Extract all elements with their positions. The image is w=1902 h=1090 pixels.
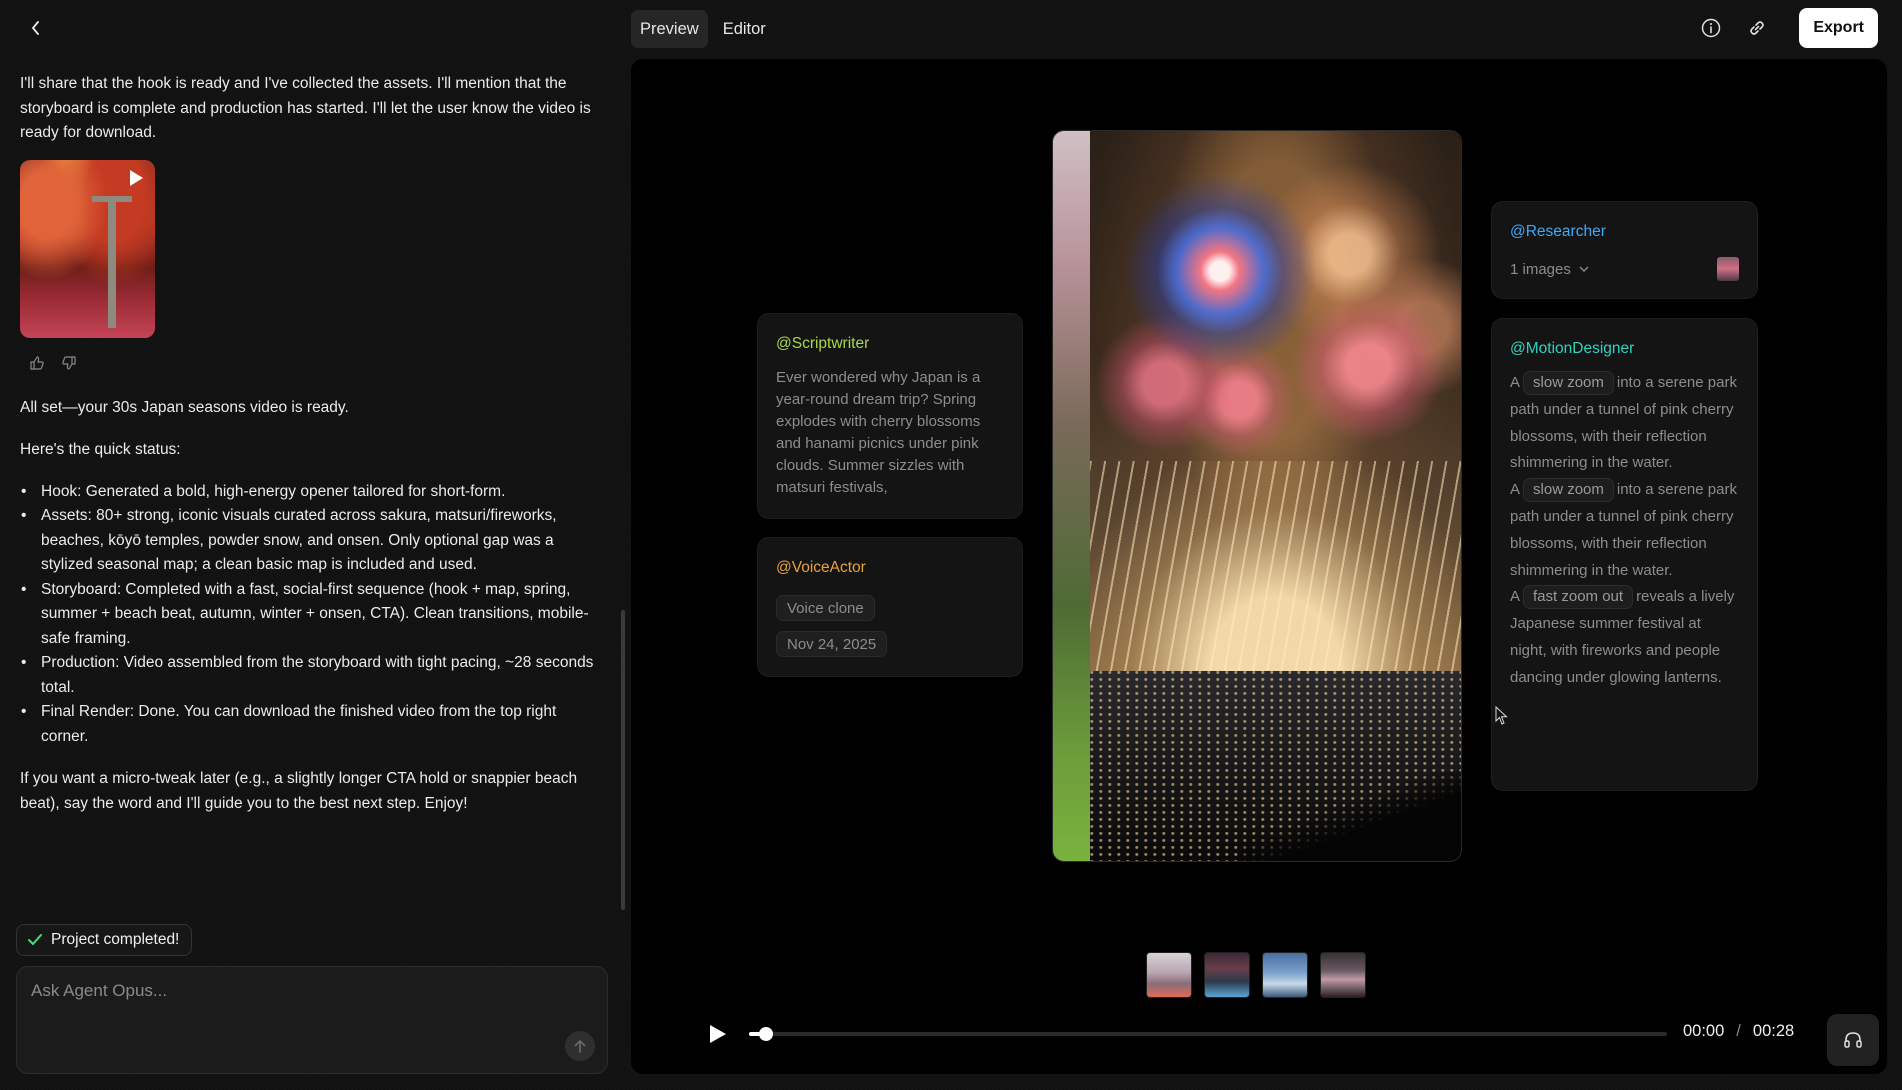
scene-thumbnail[interactable] bbox=[1262, 952, 1308, 998]
list-item: Storyboard: Completed with a fast, socia… bbox=[20, 578, 605, 652]
date-chip: Nov 24, 2025 bbox=[776, 631, 888, 657]
agent-message-intro: I'll share that the hook is ready and I'… bbox=[20, 75, 591, 141]
motion-tag: slow zoom bbox=[1523, 371, 1614, 395]
link-icon bbox=[1750, 21, 1765, 35]
current-time: 00:00 bbox=[1683, 1022, 1725, 1040]
motion-tag: fast zoom out bbox=[1523, 585, 1634, 610]
view-tabs: Preview Editor bbox=[631, 10, 775, 48]
images-dropdown[interactable]: 1 images bbox=[1510, 261, 1589, 278]
status-badge: Project completed! bbox=[16, 924, 193, 956]
agent-name: @Scriptwriter bbox=[776, 335, 870, 352]
top-actions: Export bbox=[1699, 8, 1878, 48]
thumbs-down-icon bbox=[62, 355, 76, 370]
motion-line: Aslow zoom into a serene park path under … bbox=[1510, 477, 1739, 584]
list-item: Assets: 80+ strong, iconic visuals curat… bbox=[20, 504, 605, 578]
info-button[interactable] bbox=[1699, 16, 1723, 40]
scene-thumbnail[interactable] bbox=[1320, 952, 1366, 998]
agent-name: @VoiceActor bbox=[776, 559, 866, 576]
motion-notes: Aslow zoom into a serene park path under … bbox=[1510, 370, 1739, 692]
play-icon bbox=[130, 169, 143, 186]
chat-scrollbar[interactable] bbox=[621, 610, 625, 910]
tab-preview[interactable]: Preview bbox=[631, 10, 708, 48]
play-button[interactable] bbox=[707, 1024, 727, 1044]
check-icon bbox=[28, 934, 42, 945]
agent-message-ready: All set—your 30s Japan seasons video is … bbox=[20, 398, 349, 416]
status-heading: Here's the quick status: bbox=[20, 441, 181, 458]
voice-clone-chip: Voice clone bbox=[776, 595, 875, 621]
thumbs-up-icon bbox=[30, 355, 44, 370]
motion-line: Afast zoom out reveals a lively Japanese … bbox=[1510, 584, 1739, 691]
list-item: Final Render: Done. You can download the… bbox=[20, 700, 605, 749]
voice-actor-card[interactable]: @VoiceActor Voice clone Nov 24, 2025 bbox=[757, 537, 1023, 677]
support-button[interactable] bbox=[1827, 1014, 1879, 1066]
progress-bar[interactable] bbox=[749, 1027, 1667, 1041]
feedback-row bbox=[30, 355, 605, 370]
transition-strip bbox=[1053, 131, 1090, 861]
progress-handle[interactable] bbox=[758, 1027, 773, 1041]
scene-thumbnails bbox=[1146, 952, 1366, 998]
motion-tag: slow zoom bbox=[1523, 478, 1614, 503]
back-button[interactable] bbox=[24, 14, 48, 42]
copy-link-button[interactable] bbox=[1745, 16, 1769, 40]
list-item: Hook: Generated a bold, high-energy open… bbox=[20, 480, 605, 505]
researcher-card[interactable]: @Researcher 1 images bbox=[1491, 201, 1758, 299]
chevron-down-icon bbox=[1579, 266, 1589, 272]
time-display: 00:00 / 00:28 bbox=[1683, 1022, 1794, 1041]
fireworks-burst bbox=[1090, 461, 1461, 671]
agent-name: @MotionDesigner bbox=[1510, 340, 1635, 357]
agent-name: @Researcher bbox=[1510, 223, 1606, 240]
preview-stage: @Scriptwriter Ever wondered why Japan is… bbox=[631, 59, 1887, 1074]
chat-messages: I'll share that the hook is ready and I'… bbox=[20, 72, 605, 816]
list-item: Production: Video assembled from the sto… bbox=[20, 651, 605, 700]
scene-thumbnail[interactable] bbox=[1146, 952, 1192, 998]
motion-line: Aslow zoom into a serene park path under … bbox=[1510, 370, 1739, 477]
tab-editor[interactable]: Editor bbox=[714, 10, 775, 48]
chevron-left-icon bbox=[31, 21, 39, 35]
send-button[interactable] bbox=[565, 1031, 595, 1061]
headset-icon bbox=[1844, 1032, 1862, 1048]
chat-input[interactable] bbox=[31, 981, 551, 1001]
thumbs-down-button[interactable] bbox=[62, 355, 76, 370]
duration: 00:28 bbox=[1752, 1022, 1795, 1040]
export-button[interactable]: Export bbox=[1799, 8, 1878, 48]
torii-gate-image bbox=[92, 188, 132, 328]
arrow-up-icon bbox=[574, 1040, 586, 1053]
images-count: 1 images bbox=[1510, 260, 1571, 278]
status-list: Hook: Generated a bold, high-energy open… bbox=[20, 480, 605, 750]
mouse-cursor-icon bbox=[1495, 706, 1508, 725]
script-text: Ever wondered why Japan is a year-round … bbox=[776, 369, 981, 496]
thumbs-up-button[interactable] bbox=[30, 355, 44, 370]
video-thumbnail[interactable] bbox=[20, 159, 155, 338]
chat-input-box bbox=[16, 966, 608, 1074]
scene-thumbnail[interactable] bbox=[1204, 952, 1250, 998]
time-separator: / bbox=[1736, 1022, 1741, 1040]
image-thumbnail[interactable] bbox=[1717, 257, 1739, 281]
motion-designer-card[interactable]: @MotionDesigner Aslow zoom into a serene … bbox=[1491, 318, 1758, 791]
status-badge-label: Project completed! bbox=[51, 931, 180, 948]
chat-panel: I'll share that the hook is ready and I'… bbox=[0, 0, 625, 1090]
info-icon bbox=[1702, 18, 1721, 38]
agent-message-closing: If you want a micro-tweak later (e.g., a… bbox=[20, 770, 578, 812]
video-preview[interactable] bbox=[1052, 130, 1462, 862]
scriptwriter-card[interactable]: @Scriptwriter Ever wondered why Japan is… bbox=[757, 313, 1023, 519]
